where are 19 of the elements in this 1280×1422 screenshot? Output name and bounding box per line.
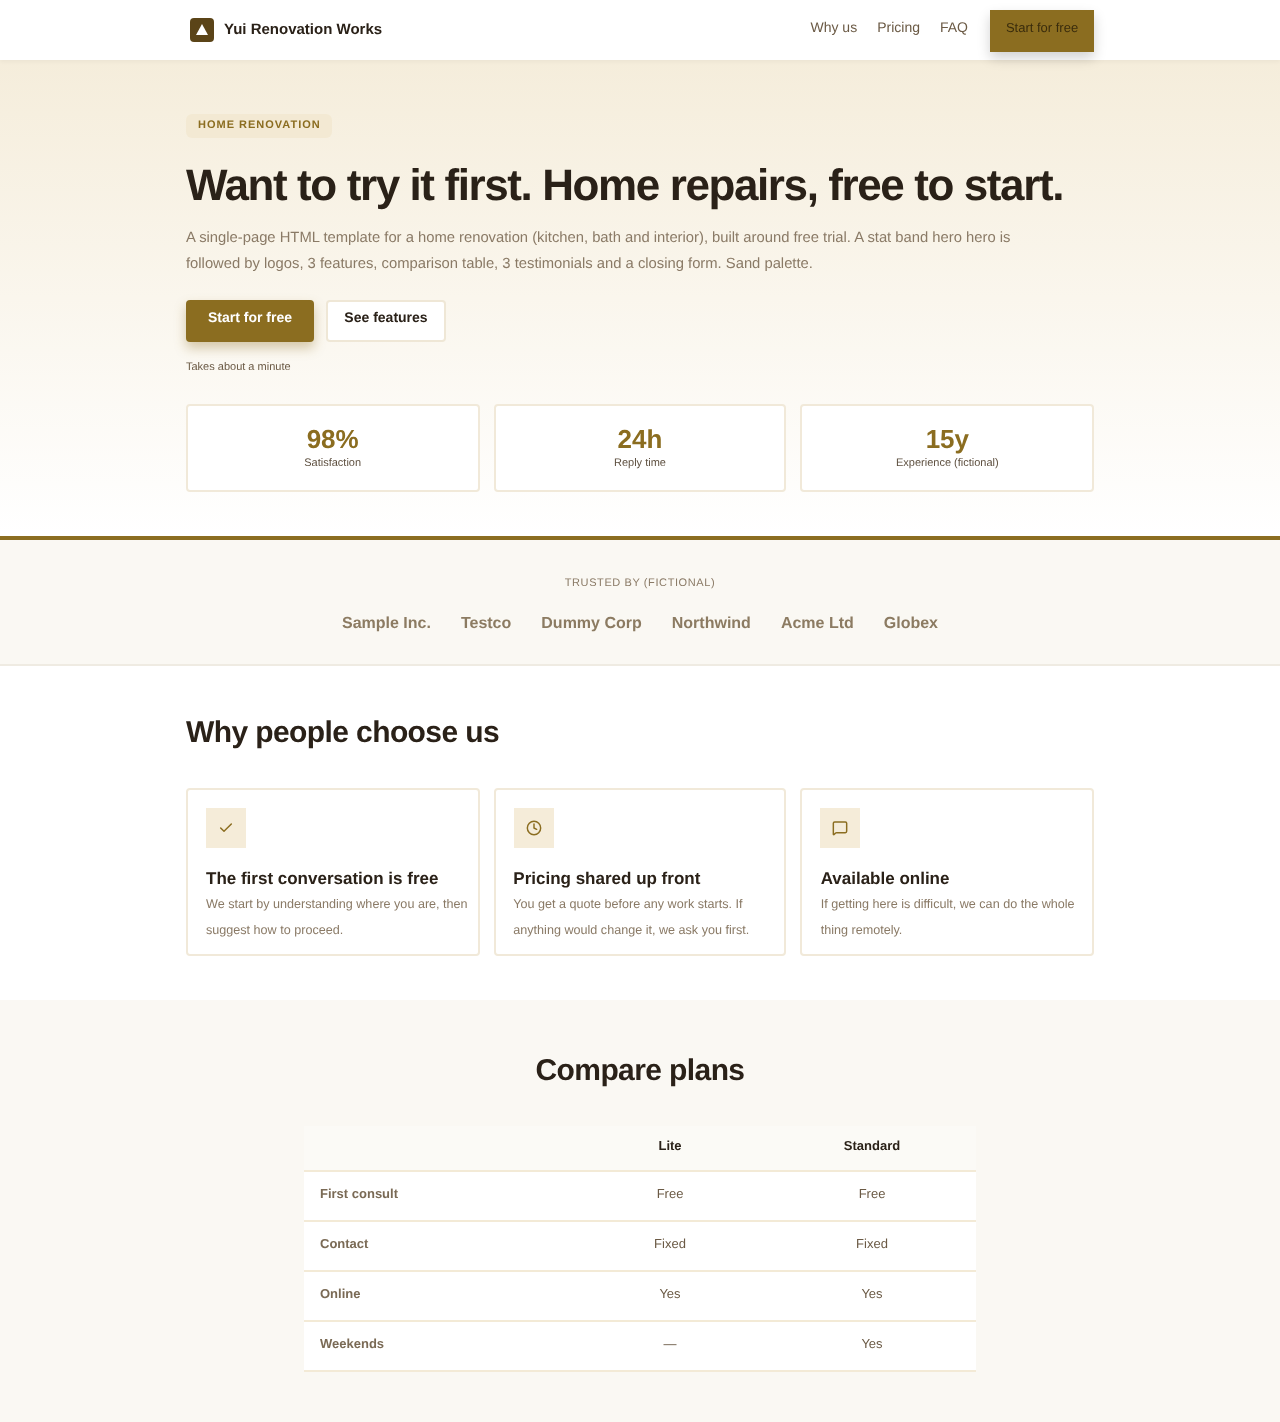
company-logo: Globex [883, 612, 939, 634]
feature-title: Available online [820, 866, 952, 890]
feature-title: The first conversation is free [206, 866, 441, 890]
hero-title: Want to try it first. Home repairs, free to start. [186, 160, 1065, 210]
check-icon [218, 820, 234, 836]
feature-title: Pricing shared up front [513, 866, 703, 890]
stat-value: 98% [306, 424, 359, 454]
company-logo: Acme Ltd [780, 612, 854, 634]
company-logo: Testco [460, 612, 512, 634]
section-title: Compare plans [535, 1052, 745, 1092]
company-logo: Northwind [671, 612, 751, 634]
stat-value: 24h [617, 424, 663, 454]
company-logo: Sample Inc. [341, 612, 431, 634]
stat-value: 15y [925, 424, 970, 454]
logo-icon [190, 18, 214, 42]
section-title: Why people choose us [186, 714, 502, 754]
chat-bubble-icon [832, 820, 849, 836]
company-logo: Dummy Corp [541, 612, 642, 634]
clock-icon [525, 820, 542, 836]
